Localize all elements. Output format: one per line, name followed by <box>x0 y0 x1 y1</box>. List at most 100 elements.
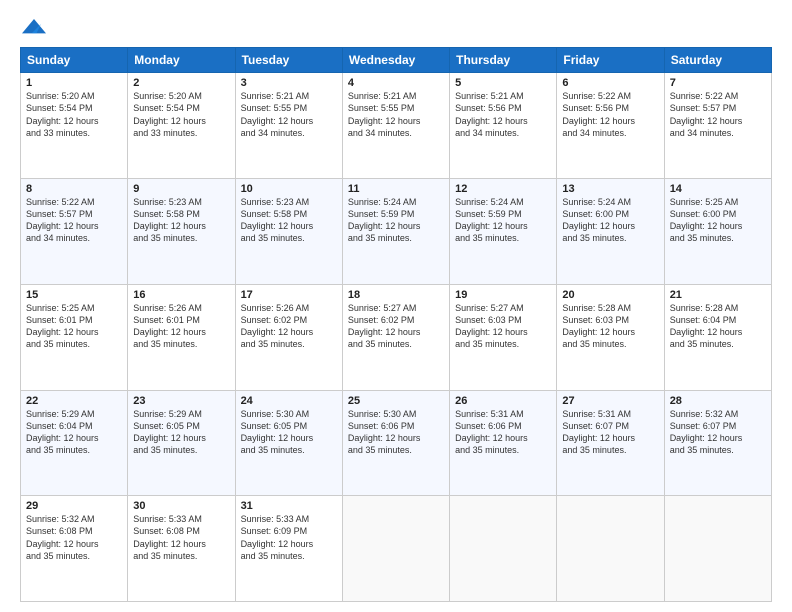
calendar-header-row: SundayMondayTuesdayWednesdayThursdayFrid… <box>21 48 772 73</box>
calendar-week-2: 8Sunrise: 5:22 AM Sunset: 5:57 PM Daylig… <box>21 179 772 285</box>
day-info: Sunrise: 5:32 AM Sunset: 6:08 PM Dayligh… <box>26 513 122 562</box>
day-number: 13 <box>562 183 658 195</box>
day-info: Sunrise: 5:30 AM Sunset: 6:05 PM Dayligh… <box>241 408 337 457</box>
calendar-cell: 24Sunrise: 5:30 AM Sunset: 6:05 PM Dayli… <box>235 390 342 496</box>
day-number: 1 <box>26 77 122 89</box>
calendar-cell: 29Sunrise: 5:32 AM Sunset: 6:08 PM Dayli… <box>21 496 128 602</box>
calendar-week-1: 1Sunrise: 5:20 AM Sunset: 5:54 PM Daylig… <box>21 73 772 179</box>
day-info: Sunrise: 5:33 AM Sunset: 6:09 PM Dayligh… <box>241 513 337 562</box>
calendar-cell: 27Sunrise: 5:31 AM Sunset: 6:07 PM Dayli… <box>557 390 664 496</box>
day-info: Sunrise: 5:30 AM Sunset: 6:06 PM Dayligh… <box>348 408 444 457</box>
day-number: 3 <box>241 77 337 89</box>
day-info: Sunrise: 5:23 AM Sunset: 5:58 PM Dayligh… <box>241 196 337 245</box>
calendar-cell: 5Sunrise: 5:21 AM Sunset: 5:56 PM Daylig… <box>450 73 557 179</box>
day-number: 2 <box>133 77 229 89</box>
calendar-header-wednesday: Wednesday <box>342 48 449 73</box>
day-info: Sunrise: 5:25 AM Sunset: 6:01 PM Dayligh… <box>26 302 122 351</box>
day-number: 14 <box>670 183 766 195</box>
calendar-cell: 28Sunrise: 5:32 AM Sunset: 6:07 PM Dayli… <box>664 390 771 496</box>
calendar-table: SundayMondayTuesdayWednesdayThursdayFrid… <box>20 47 772 602</box>
calendar-cell: 8Sunrise: 5:22 AM Sunset: 5:57 PM Daylig… <box>21 179 128 285</box>
day-number: 23 <box>133 395 229 407</box>
calendar-header-tuesday: Tuesday <box>235 48 342 73</box>
calendar-cell: 7Sunrise: 5:22 AM Sunset: 5:57 PM Daylig… <box>664 73 771 179</box>
day-info: Sunrise: 5:27 AM Sunset: 6:03 PM Dayligh… <box>455 302 551 351</box>
day-info: Sunrise: 5:22 AM Sunset: 5:56 PM Dayligh… <box>562 90 658 139</box>
calendar-cell: 12Sunrise: 5:24 AM Sunset: 5:59 PM Dayli… <box>450 179 557 285</box>
logo-icon <box>22 17 46 37</box>
day-number: 30 <box>133 500 229 512</box>
calendar-cell: 22Sunrise: 5:29 AM Sunset: 6:04 PM Dayli… <box>21 390 128 496</box>
day-number: 6 <box>562 77 658 89</box>
calendar-week-3: 15Sunrise: 5:25 AM Sunset: 6:01 PM Dayli… <box>21 284 772 390</box>
day-info: Sunrise: 5:26 AM Sunset: 6:02 PM Dayligh… <box>241 302 337 351</box>
day-info: Sunrise: 5:29 AM Sunset: 6:04 PM Dayligh… <box>26 408 122 457</box>
day-number: 12 <box>455 183 551 195</box>
day-info: Sunrise: 5:24 AM Sunset: 5:59 PM Dayligh… <box>348 196 444 245</box>
day-info: Sunrise: 5:31 AM Sunset: 6:07 PM Dayligh… <box>562 408 658 457</box>
day-number: 16 <box>133 289 229 301</box>
day-info: Sunrise: 5:28 AM Sunset: 6:04 PM Dayligh… <box>670 302 766 351</box>
calendar-cell <box>342 496 449 602</box>
day-info: Sunrise: 5:21 AM Sunset: 5:56 PM Dayligh… <box>455 90 551 139</box>
day-number: 25 <box>348 395 444 407</box>
day-number: 31 <box>241 500 337 512</box>
day-info: Sunrise: 5:21 AM Sunset: 5:55 PM Dayligh… <box>241 90 337 139</box>
day-info: Sunrise: 5:25 AM Sunset: 6:00 PM Dayligh… <box>670 196 766 245</box>
day-info: Sunrise: 5:20 AM Sunset: 5:54 PM Dayligh… <box>26 90 122 139</box>
calendar-cell: 26Sunrise: 5:31 AM Sunset: 6:06 PM Dayli… <box>450 390 557 496</box>
day-number: 4 <box>348 77 444 89</box>
calendar-cell: 18Sunrise: 5:27 AM Sunset: 6:02 PM Dayli… <box>342 284 449 390</box>
logo-text <box>20 16 46 37</box>
calendar-cell: 10Sunrise: 5:23 AM Sunset: 5:58 PM Dayli… <box>235 179 342 285</box>
calendar-cell: 25Sunrise: 5:30 AM Sunset: 6:06 PM Dayli… <box>342 390 449 496</box>
day-number: 24 <box>241 395 337 407</box>
day-info: Sunrise: 5:32 AM Sunset: 6:07 PM Dayligh… <box>670 408 766 457</box>
day-number: 9 <box>133 183 229 195</box>
calendar-cell: 4Sunrise: 5:21 AM Sunset: 5:55 PM Daylig… <box>342 73 449 179</box>
calendar-cell: 20Sunrise: 5:28 AM Sunset: 6:03 PM Dayli… <box>557 284 664 390</box>
calendar-cell: 30Sunrise: 5:33 AM Sunset: 6:08 PM Dayli… <box>128 496 235 602</box>
day-number: 11 <box>348 183 444 195</box>
calendar-cell: 1Sunrise: 5:20 AM Sunset: 5:54 PM Daylig… <box>21 73 128 179</box>
day-number: 5 <box>455 77 551 89</box>
calendar-cell: 17Sunrise: 5:26 AM Sunset: 6:02 PM Dayli… <box>235 284 342 390</box>
day-info: Sunrise: 5:27 AM Sunset: 6:02 PM Dayligh… <box>348 302 444 351</box>
logo <box>20 16 48 37</box>
page: SundayMondayTuesdayWednesdayThursdayFrid… <box>0 0 792 612</box>
day-info: Sunrise: 5:20 AM Sunset: 5:54 PM Dayligh… <box>133 90 229 139</box>
day-info: Sunrise: 5:24 AM Sunset: 6:00 PM Dayligh… <box>562 196 658 245</box>
calendar-cell <box>664 496 771 602</box>
calendar-header-saturday: Saturday <box>664 48 771 73</box>
day-number: 29 <box>26 500 122 512</box>
day-info: Sunrise: 5:23 AM Sunset: 5:58 PM Dayligh… <box>133 196 229 245</box>
day-info: Sunrise: 5:33 AM Sunset: 6:08 PM Dayligh… <box>133 513 229 562</box>
calendar-cell: 21Sunrise: 5:28 AM Sunset: 6:04 PM Dayli… <box>664 284 771 390</box>
day-number: 21 <box>670 289 766 301</box>
calendar-header-sunday: Sunday <box>21 48 128 73</box>
calendar-cell: 16Sunrise: 5:26 AM Sunset: 6:01 PM Dayli… <box>128 284 235 390</box>
calendar-cell: 23Sunrise: 5:29 AM Sunset: 6:05 PM Dayli… <box>128 390 235 496</box>
calendar-cell <box>557 496 664 602</box>
calendar-body: 1Sunrise: 5:20 AM Sunset: 5:54 PM Daylig… <box>21 73 772 602</box>
calendar-cell: 13Sunrise: 5:24 AM Sunset: 6:00 PM Dayli… <box>557 179 664 285</box>
day-number: 10 <box>241 183 337 195</box>
calendar-cell: 14Sunrise: 5:25 AM Sunset: 6:00 PM Dayli… <box>664 179 771 285</box>
day-info: Sunrise: 5:22 AM Sunset: 5:57 PM Dayligh… <box>26 196 122 245</box>
calendar-cell: 31Sunrise: 5:33 AM Sunset: 6:09 PM Dayli… <box>235 496 342 602</box>
calendar-cell: 2Sunrise: 5:20 AM Sunset: 5:54 PM Daylig… <box>128 73 235 179</box>
calendar-cell: 11Sunrise: 5:24 AM Sunset: 5:59 PM Dayli… <box>342 179 449 285</box>
day-info: Sunrise: 5:21 AM Sunset: 5:55 PM Dayligh… <box>348 90 444 139</box>
header <box>20 16 772 37</box>
day-info: Sunrise: 5:26 AM Sunset: 6:01 PM Dayligh… <box>133 302 229 351</box>
day-info: Sunrise: 5:29 AM Sunset: 6:05 PM Dayligh… <box>133 408 229 457</box>
day-info: Sunrise: 5:31 AM Sunset: 6:06 PM Dayligh… <box>455 408 551 457</box>
day-info: Sunrise: 5:28 AM Sunset: 6:03 PM Dayligh… <box>562 302 658 351</box>
day-info: Sunrise: 5:22 AM Sunset: 5:57 PM Dayligh… <box>670 90 766 139</box>
day-info: Sunrise: 5:24 AM Sunset: 5:59 PM Dayligh… <box>455 196 551 245</box>
calendar-header-thursday: Thursday <box>450 48 557 73</box>
calendar-week-4: 22Sunrise: 5:29 AM Sunset: 6:04 PM Dayli… <box>21 390 772 496</box>
day-number: 18 <box>348 289 444 301</box>
calendar-cell: 6Sunrise: 5:22 AM Sunset: 5:56 PM Daylig… <box>557 73 664 179</box>
day-number: 19 <box>455 289 551 301</box>
